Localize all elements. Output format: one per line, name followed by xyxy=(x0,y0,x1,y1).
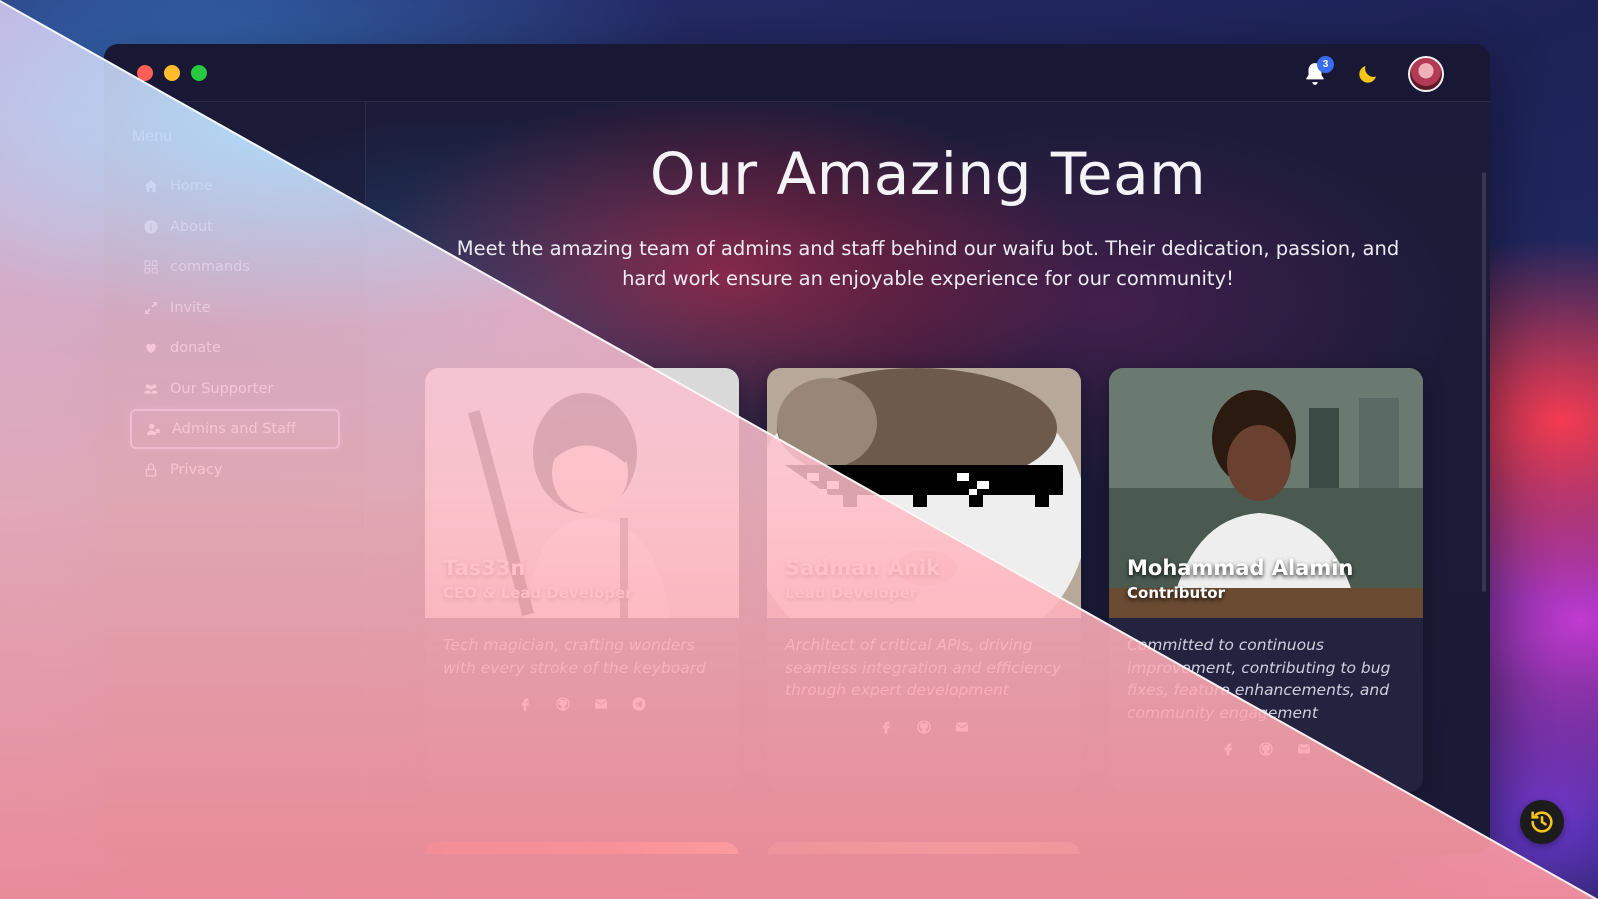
sidebar-item-our-supporter[interactable]: Our Supporter xyxy=(130,369,340,409)
facebook-icon[interactable] xyxy=(516,695,534,713)
sidebar-item-label: donate xyxy=(170,340,221,356)
sidebar: Menu Home About commands Invite donate O… xyxy=(104,102,366,854)
sidebar-item-commands[interactable]: commands xyxy=(130,247,340,287)
minimize-window-button[interactable] xyxy=(164,65,180,81)
window-controls xyxy=(137,65,207,81)
sidebar-menu: Home About commands Invite donate Our Su… xyxy=(130,166,340,490)
sidebar-item-donate[interactable]: donate xyxy=(130,328,340,368)
main-content: Our Amazing Team Meet the amazing team o… xyxy=(366,102,1490,854)
moon-icon[interactable] xyxy=(1356,62,1380,86)
user-avatar[interactable] xyxy=(1408,56,1444,92)
sidebar-item-label: Invite xyxy=(170,299,211,316)
team-card: Mohammad Alamin Contributor Committed to… xyxy=(1109,368,1423,792)
github-icon[interactable] xyxy=(1257,740,1275,758)
page-subtitle: Meet the amazing team of admins and staf… xyxy=(456,237,1400,290)
sidebar-item-label: Admins and Staff xyxy=(172,421,297,437)
facebook-icon[interactable] xyxy=(1219,740,1237,758)
team-member-photo: Mohammad Alamin Contributor xyxy=(1109,368,1423,618)
grid-icon xyxy=(142,258,160,276)
team-member-role: Lead Developer xyxy=(785,584,918,602)
team-card: Tas33n CEO & Lead Developer Tech magicia… xyxy=(425,368,739,792)
facebook-icon[interactable] xyxy=(877,718,895,736)
page-title: Our Amazing Team xyxy=(649,140,1207,208)
team-cards: Tas33n CEO & Lead Developer Tech magicia… xyxy=(425,368,1423,792)
sidebar-item-label: Privacy xyxy=(170,461,223,478)
team-member-role: Contributor xyxy=(1127,584,1225,602)
team-member-photo: Sadman Anik Lead Developer xyxy=(767,368,1081,618)
team-card: Sadman Anik Lead Developer Architect of … xyxy=(767,368,1081,792)
bell-icon[interactable]: 3 xyxy=(1302,56,1334,88)
social-links xyxy=(425,695,739,713)
team-member-name: Sadman Anik xyxy=(785,556,941,580)
info-icon xyxy=(142,218,160,236)
sidebar-item-label: Our Supporter xyxy=(170,380,274,397)
team-member-photo: Tas33n CEO & Lead Developer xyxy=(425,368,739,618)
sidebar-item-home[interactable]: Home xyxy=(130,166,340,206)
email-icon[interactable] xyxy=(953,718,971,736)
sidebar-item-invite[interactable]: Invite xyxy=(130,288,340,328)
notification-badge: 3 xyxy=(1317,56,1334,73)
people-icon xyxy=(142,380,160,398)
sidebar-item-label: About xyxy=(170,218,213,235)
telegram-icon[interactable] xyxy=(630,695,648,713)
home-icon xyxy=(142,177,160,195)
team-card-partial xyxy=(767,842,1081,854)
github-icon[interactable] xyxy=(554,695,572,713)
sidebar-item-label: Home xyxy=(170,178,213,194)
team-member-name: Mohammad Alamin xyxy=(1127,556,1354,580)
user-tie-icon xyxy=(144,420,162,438)
lock-icon xyxy=(142,461,160,479)
team-member-description: Architect of critical APIs, driving seam… xyxy=(785,636,1062,699)
sidebar-item-label: commands xyxy=(170,259,250,275)
social-links xyxy=(767,718,1081,736)
top-actions: 3 xyxy=(1302,56,1444,92)
expand-arrows-icon xyxy=(142,299,160,317)
scrollbar[interactable] xyxy=(1482,172,1486,592)
sidebar-item-admins-and-staff[interactable]: Admins and Staff xyxy=(130,409,340,449)
email-icon[interactable] xyxy=(592,695,610,713)
history-icon[interactable] xyxy=(1520,800,1564,844)
team-member-description: Committed to continuous improvement, con… xyxy=(1127,636,1391,722)
email-icon[interactable] xyxy=(1295,740,1313,758)
team-card-partial xyxy=(425,842,739,854)
maximize-window-button[interactable] xyxy=(191,65,207,81)
team-member-role: CEO & Lead Developer xyxy=(443,584,633,602)
menu-title: Menu xyxy=(132,128,173,145)
team-member-name: Tas33n xyxy=(443,556,526,580)
github-icon[interactable] xyxy=(915,718,933,736)
team-member-description: Tech magician, crafting wonders with eve… xyxy=(443,636,706,677)
donate-heart-icon xyxy=(142,339,160,357)
titlebar: 3 xyxy=(104,44,1490,102)
social-links xyxy=(1109,740,1423,758)
sidebar-item-privacy[interactable]: Privacy xyxy=(130,450,340,490)
sidebar-item-about[interactable]: About xyxy=(130,207,340,247)
